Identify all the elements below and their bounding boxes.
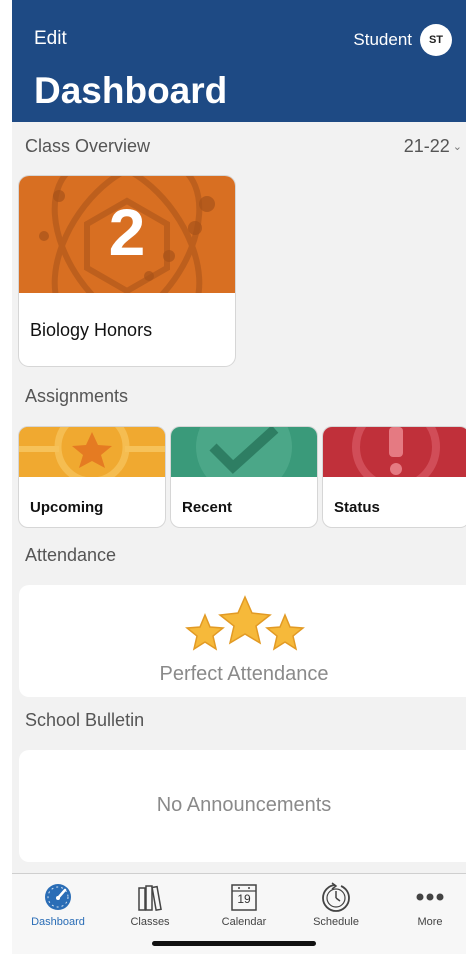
- class-overview-title: Class Overview: [25, 136, 151, 156]
- upcoming-label: Upcoming: [30, 499, 104, 516]
- exclamation-icon: [323, 427, 466, 477]
- gauge-icon: [45, 884, 71, 910]
- tab-schedule[interactable]: Schedule: [296, 880, 376, 928]
- upcoming-card[interactable]: Upcoming: [19, 427, 165, 527]
- recent-card[interactable]: Recent: [171, 427, 317, 527]
- assignments-title: Assignments: [25, 386, 129, 406]
- year-selector[interactable]: 21-22 ⌄: [404, 136, 462, 157]
- bulletin-card: No Announcements: [19, 750, 466, 862]
- calendar-day: 19: [237, 892, 251, 906]
- school-bulletin-title: School Bulletin: [25, 710, 145, 730]
- attendance-text: Perfect Attendance: [159, 663, 329, 685]
- user-name[interactable]: Student: [353, 30, 412, 50]
- bulletin-empty-text: No Announcements: [156, 794, 332, 816]
- header: Edit Student ST Dashboard: [12, 0, 466, 122]
- status-banner: [323, 427, 466, 477]
- class-card[interactable]: 2 Biology Honors: [19, 176, 235, 366]
- class-banner: 2: [19, 176, 235, 293]
- recent-label: Recent: [182, 499, 233, 516]
- avatar[interactable]: ST: [420, 24, 452, 56]
- star-icon: [19, 427, 165, 477]
- tab-classes-label: Classes: [130, 916, 170, 928]
- tab-schedule-label: Schedule: [313, 916, 359, 928]
- page-title: Dashboard: [34, 70, 228, 111]
- class-count: 2: [108, 195, 146, 269]
- check-icon: [171, 427, 317, 477]
- home-indicator[interactable]: [152, 941, 316, 946]
- tab-more[interactable]: More: [390, 880, 466, 928]
- clock-icon: [322, 882, 350, 912]
- more-dots-icon: [416, 893, 444, 901]
- class-name: Biology Honors: [30, 320, 153, 340]
- tab-classes[interactable]: Classes: [110, 880, 190, 928]
- dashboard-screen: Edit Student ST Dashboard Class Overview…: [12, 0, 466, 954]
- tab-dashboard-label: Dashboard: [31, 916, 85, 928]
- stars-icon: [185, 595, 305, 651]
- tab-calendar[interactable]: 19 Calendar: [204, 880, 284, 928]
- chevron-down-icon: ⌄: [452, 141, 462, 153]
- books-icon: [138, 885, 162, 912]
- year-value: 21-22: [403, 136, 450, 156]
- status-label: Status: [334, 499, 380, 516]
- tab-dashboard[interactable]: Dashboard: [18, 880, 98, 928]
- attendance-title: Attendance: [25, 545, 117, 565]
- status-card[interactable]: Status: [323, 427, 466, 527]
- tab-more-label: More: [417, 916, 443, 928]
- attendance-card[interactable]: Perfect Attendance: [19, 585, 466, 697]
- upcoming-banner: [19, 427, 165, 477]
- edit-button[interactable]: Edit: [34, 28, 67, 50]
- tab-calendar-label: Calendar: [221, 916, 267, 928]
- avatar-initials: ST: [428, 34, 444, 46]
- recent-banner: [171, 427, 317, 477]
